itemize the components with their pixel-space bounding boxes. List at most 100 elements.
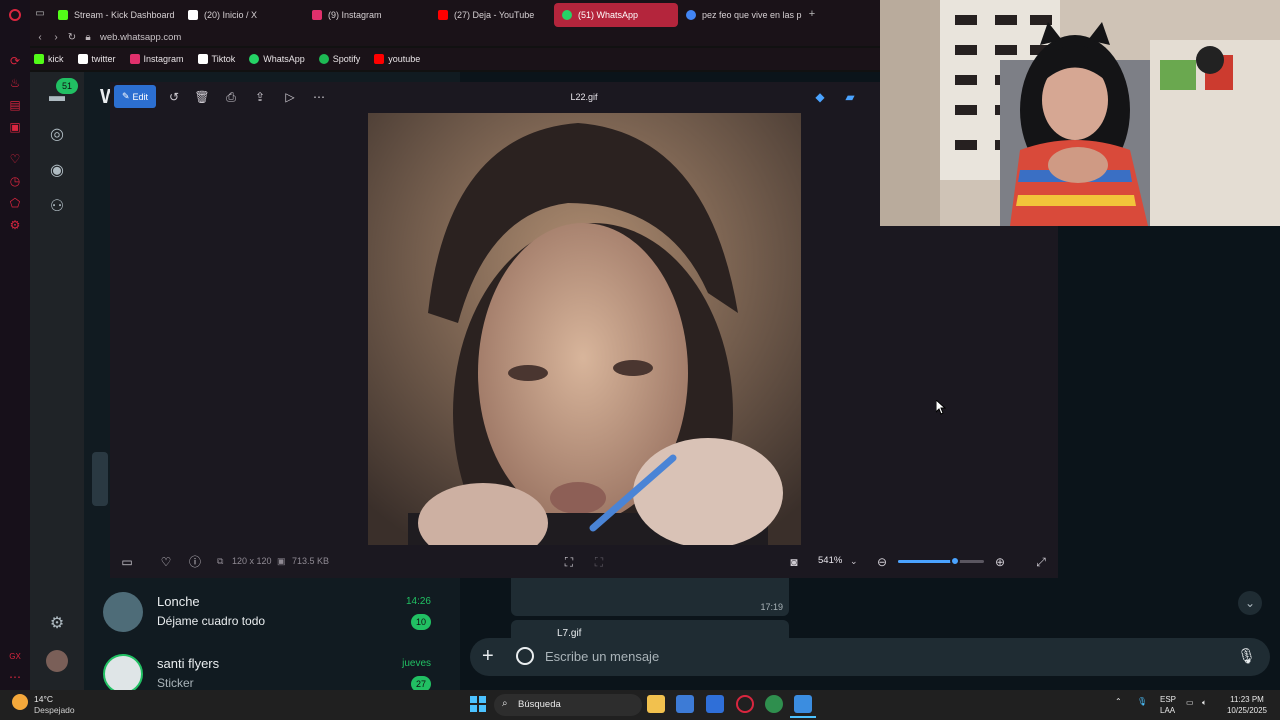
tab-instagram[interactable]: (9) Instagram: [304, 3, 430, 27]
tab-x[interactable]: (20) Inicio / X: [180, 3, 304, 27]
reload-icon[interactable]: ↻: [64, 32, 80, 43]
start-windows-icon[interactable]: [470, 696, 486, 712]
fit-screen-icon[interactable]: ⛶: [561, 554, 577, 570]
language-code[interactable]: ESP: [1160, 695, 1176, 705]
bookmark-kick[interactable]: kick: [34, 54, 64, 64]
photos-app-icon[interactable]: ▰: [842, 89, 858, 105]
avatar: [103, 592, 143, 632]
bookmark-label: youtube: [388, 54, 421, 64]
zoom-in-icon[interactable]: ⊕: [992, 554, 1008, 570]
history-icon[interactable]: ◷: [8, 174, 22, 188]
microphone-tray-icon[interactable]: 🎙︎: [1137, 697, 1147, 707]
bookmark-label: WhatsApp: [263, 54, 305, 64]
extensions-icon[interactable]: ⬠: [8, 196, 22, 210]
message-input[interactable]: Escribe un mensaje: [545, 649, 659, 664]
communities-icon[interactable]: ⚇: [46, 196, 68, 218]
clock-time[interactable]: 11:23 PM: [1224, 695, 1270, 705]
filmstrip-icon[interactable]: ▭: [119, 554, 135, 570]
zoom-dropdown-chevron-icon[interactable]: ⌄: [850, 556, 858, 567]
volume-icon[interactable]: 🔈︎: [1202, 698, 1207, 708]
lock-icon: 🔒︎: [85, 31, 91, 43]
tray-chevron-icon[interactable]: ⌃: [1115, 697, 1122, 707]
photos-icon[interactable]: [794, 695, 812, 713]
tab-kick[interactable]: Stream - Kick Dashboard: [50, 3, 180, 27]
edit-button[interactable]: ✎ Edit: [114, 85, 156, 108]
share-icon[interactable]: ⇪: [252, 89, 268, 105]
profile-avatar[interactable]: [46, 650, 68, 672]
zoom-out-icon[interactable]: ⊖: [874, 554, 890, 570]
bookmark-twitter[interactable]: twitter: [77, 54, 116, 64]
slideshow-icon[interactable]: ▷: [282, 89, 298, 105]
microsoft-store-icon[interactable]: [676, 695, 694, 713]
zoom-level[interactable]: 541%: [818, 555, 842, 566]
gx-control-icon[interactable]: ♨: [8, 76, 22, 90]
bookmark-instagram[interactable]: Instagram: [129, 54, 184, 64]
default-avatar-icon: [103, 654, 143, 690]
bookmark-tiktok[interactable]: Tiktok: [197, 54, 235, 64]
file-explorer-icon[interactable]: [647, 695, 665, 713]
forward-icon[interactable]: ›: [48, 32, 64, 43]
instagram-icon: [129, 54, 140, 64]
tab-label: (51) WhatsApp: [578, 10, 639, 20]
chat-name: Lonche: [157, 594, 200, 609]
opera-gx-icon[interactable]: [736, 695, 754, 713]
music-icon[interactable]: ▣: [8, 120, 22, 134]
favorite-heart-icon[interactable]: ♡: [158, 554, 174, 570]
bookmark-youtube[interactable]: youtube: [374, 54, 420, 64]
twitch-icon[interactable]: ▤: [8, 98, 22, 112]
bookmark-spotify[interactable]: Spotify: [318, 54, 360, 64]
settings-icon[interactable]: ⚙: [8, 218, 22, 232]
rotate-icon[interactable]: ↺: [166, 89, 182, 105]
new-tab-button[interactable]: +: [802, 0, 822, 28]
streamer-webcam-illustration: [880, 0, 1280, 226]
outlook-icon[interactable]: [706, 695, 724, 713]
youtube-icon: [374, 54, 385, 64]
network-icon[interactable]: ▭: [1186, 698, 1194, 708]
more-options-icon[interactable]: ⋯: [311, 89, 327, 105]
print-icon[interactable]: ⎙: [223, 89, 239, 105]
copilot-icon[interactable]: ◆: [812, 89, 828, 105]
weather-moon-icon[interactable]: [12, 694, 28, 710]
screenshot-icon[interactable]: ◙: [786, 554, 802, 570]
weather-description: Despejado: [34, 705, 75, 715]
taskbar-search[interactable]: ⌕ Búsqueda: [494, 694, 642, 716]
sticker-icon[interactable]: [516, 647, 534, 665]
more-icon[interactable]: ⋯: [8, 670, 22, 684]
url-field[interactable]: web.whatsapp.com: [100, 32, 181, 43]
zoom-slider-thumb[interactable]: [949, 556, 960, 566]
tab-whatsapp[interactable]: (51) WhatsApp: [554, 3, 678, 27]
tab-label: Stream - Kick Dashboard: [74, 10, 175, 20]
message-bubble[interactable]: L7.gif: [511, 620, 789, 640]
tab-google[interactable]: pez feo que vive en las pr: [678, 3, 802, 27]
chat-row[interactable]: Lonche Déjame cuadro todo 14:26 10: [100, 584, 440, 640]
tiktok-icon: [197, 54, 208, 64]
fullscreen-icon[interactable]: ⤢: [1033, 554, 1049, 570]
back-icon[interactable]: ‹: [32, 32, 48, 43]
chrome-icon[interactable]: [765, 695, 783, 713]
weather-temperature[interactable]: 14°C: [34, 694, 53, 704]
active-app-indicator: [790, 716, 816, 718]
microphone-icon[interactable]: 🎙︎: [1237, 647, 1256, 665]
whatsapp-nav-rail: ▬ ◎ ◉ ⚇ ⚙: [30, 72, 84, 690]
heart-icon[interactable]: ♡: [8, 152, 22, 166]
chat-row[interactable]: santi flyers Sticker jueves 27: [100, 646, 440, 690]
delete-icon[interactable]: 🗑︎: [194, 89, 210, 105]
tab-menu-icon[interactable]: ▭: [30, 0, 50, 28]
scroll-down-button[interactable]: ⌄: [1238, 591, 1262, 615]
zoom-slider-fill: [898, 560, 955, 563]
attach-plus-icon[interactable]: +: [482, 646, 494, 666]
status-icon[interactable]: ◎: [46, 124, 68, 146]
viewer-status-bar: ▭ ♡ ⓘ ⧉ 120 x 120 ▣ 713.5 KB ⛶ ⛶ ◙ 541% …: [110, 546, 1058, 578]
settings-icon[interactable]: ⚙: [46, 613, 68, 635]
refresh-icon[interactable]: ⟳: [8, 54, 22, 68]
message-bubble[interactable]: 17:19: [511, 578, 789, 616]
channels-icon[interactable]: ◉: [46, 160, 68, 182]
youtube-icon: [438, 10, 448, 20]
search-icon: ⌕: [502, 698, 508, 709]
tab-youtube[interactable]: (27) Deja - YouTube: [430, 3, 554, 27]
zoom-slider[interactable]: [898, 556, 984, 566]
info-icon[interactable]: ⓘ: [187, 554, 203, 570]
chat-name: santi flyers: [157, 656, 220, 671]
bookmark-whatsapp[interactable]: WhatsApp: [249, 54, 305, 64]
opera-gx-logo-icon[interactable]: [9, 9, 21, 21]
